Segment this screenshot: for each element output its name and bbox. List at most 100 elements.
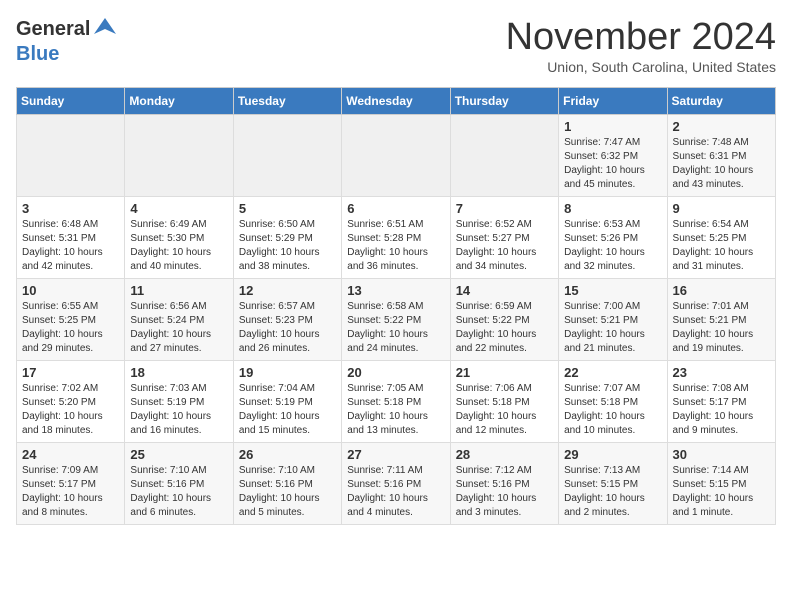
day-info: Sunrise: 7:12 AM Sunset: 5:16 PM Dayligh…: [456, 464, 553, 520]
day-number: 24: [22, 447, 119, 462]
day-info: Sunrise: 6:56 AM Sunset: 5:24 PM Dayligh…: [130, 300, 227, 356]
calendar-cell: 6 Sunrise: 6:51 AM Sunset: 5:28 PM Daylig…: [342, 197, 450, 279]
calendar-table: SundayMondayTuesdayWednesdayThursdayFrid…: [16, 87, 776, 525]
day-info: Sunrise: 7:01 AM Sunset: 5:21 PM Dayligh…: [673, 300, 770, 356]
calendar-cell: 1 Sunrise: 7:47 AM Sunset: 6:32 PM Daylig…: [559, 115, 667, 197]
calendar-cell: 18Sunrise: 7:03 AM Sunset: 5:19 PM Dayli…: [125, 361, 233, 443]
calendar-cell: 28 Sunrise: 7:12 AM Sunset: 5:16 PM Dayli…: [450, 443, 558, 525]
logo: General Blue: [16, 16, 116, 66]
calendar-cell: [233, 115, 341, 197]
day-number: 15: [564, 283, 661, 298]
day-info: Sunrise: 7:48 AM Sunset: 6:31 PM Dayligh…: [673, 136, 770, 192]
day-info: Sunrise: 6:58 AM Sunset: 5:22 PM Dayligh…: [347, 300, 444, 356]
calendar-body: 1 Sunrise: 7:47 AM Sunset: 6:32 PM Daylig…: [17, 115, 776, 525]
calendar-cell: 15Sunrise: 7:00 AM Sunset: 5:21 PM Dayli…: [559, 279, 667, 361]
day-number: 6: [347, 201, 444, 216]
day-info: Sunrise: 7:11 AM Sunset: 5:16 PM Dayligh…: [347, 464, 444, 520]
calendar-week-3: 10 Sunrise: 6:55 AM Sunset: 5:25 PM Dayli…: [17, 279, 776, 361]
day-number: 1: [564, 119, 661, 134]
calendar-cell: 20 Sunrise: 7:05 AM Sunset: 5:18 PM Dayli…: [342, 361, 450, 443]
day-info: Sunrise: 7:13 AM Sunset: 5:15 PM Dayligh…: [564, 464, 661, 520]
calendar-cell: 16Sunrise: 7:01 AM Sunset: 5:21 PM Dayli…: [667, 279, 775, 361]
calendar-cell: [342, 115, 450, 197]
day-info: Sunrise: 7:10 AM Sunset: 5:16 PM Dayligh…: [239, 464, 336, 520]
calendar-header: SundayMondayTuesdayWednesdayThursdayFrid…: [17, 88, 776, 115]
calendar-cell: 24 Sunrise: 7:09 AM Sunset: 5:17 PM Dayli…: [17, 443, 125, 525]
day-number: 13: [347, 283, 444, 298]
header-cell-thursday: Thursday: [450, 88, 558, 115]
day-number: 26: [239, 447, 336, 462]
day-number: 4: [130, 201, 227, 216]
header-cell-friday: Friday: [559, 88, 667, 115]
day-info: Sunrise: 6:50 AM Sunset: 5:29 PM Dayligh…: [239, 218, 336, 274]
calendar-cell: 11Sunrise: 6:56 AM Sunset: 5:24 PM Dayli…: [125, 279, 233, 361]
day-info: Sunrise: 7:07 AM Sunset: 5:18 PM Dayligh…: [564, 382, 661, 438]
day-number: 3: [22, 201, 119, 216]
calendar-cell: 12 Sunrise: 6:57 AM Sunset: 5:23 PM Dayli…: [233, 279, 341, 361]
header: General Blue November 2024 Union, South …: [16, 16, 776, 75]
day-info: Sunrise: 6:57 AM Sunset: 5:23 PM Dayligh…: [239, 300, 336, 356]
day-number: 28: [456, 447, 553, 462]
calendar-cell: 4 Sunrise: 6:49 AM Sunset: 5:30 PM Daylig…: [125, 197, 233, 279]
day-info: Sunrise: 7:03 AM Sunset: 5:19 PM Dayligh…: [130, 382, 227, 438]
day-number: 22: [564, 365, 661, 380]
header-cell-monday: Monday: [125, 88, 233, 115]
calendar-cell: 30Sunrise: 7:14 AM Sunset: 5:15 PM Dayli…: [667, 443, 775, 525]
logo-bird-icon: [94, 16, 116, 43]
day-number: 9: [673, 201, 770, 216]
day-info: Sunrise: 7:05 AM Sunset: 5:18 PM Dayligh…: [347, 382, 444, 438]
header-cell-saturday: Saturday: [667, 88, 775, 115]
day-number: 19: [239, 365, 336, 380]
month-title: November 2024: [506, 16, 776, 59]
calendar-cell: 29 Sunrise: 7:13 AM Sunset: 5:15 PM Dayli…: [559, 443, 667, 525]
calendar-cell: 3Sunrise: 6:48 AM Sunset: 5:31 PM Daylig…: [17, 197, 125, 279]
calendar-cell: 8Sunrise: 6:53 AM Sunset: 5:26 PM Daylig…: [559, 197, 667, 279]
day-info: Sunrise: 6:51 AM Sunset: 5:28 PM Dayligh…: [347, 218, 444, 274]
calendar-cell: 9 Sunrise: 6:54 AM Sunset: 5:25 PM Daylig…: [667, 197, 775, 279]
day-number: 12: [239, 283, 336, 298]
calendar-cell: [17, 115, 125, 197]
calendar-cell: 26 Sunrise: 7:10 AM Sunset: 5:16 PM Dayli…: [233, 443, 341, 525]
day-info: Sunrise: 6:49 AM Sunset: 5:30 PM Dayligh…: [130, 218, 227, 274]
day-number: 27: [347, 447, 444, 462]
day-info: Sunrise: 7:47 AM Sunset: 6:32 PM Dayligh…: [564, 136, 661, 192]
day-info: Sunrise: 7:14 AM Sunset: 5:15 PM Dayligh…: [673, 464, 770, 520]
header-cell-wednesday: Wednesday: [342, 88, 450, 115]
day-info: Sunrise: 6:59 AM Sunset: 5:22 PM Dayligh…: [456, 300, 553, 356]
day-number: 14: [456, 283, 553, 298]
day-number: 23: [673, 365, 770, 380]
day-info: Sunrise: 6:55 AM Sunset: 5:25 PM Dayligh…: [22, 300, 119, 356]
logo-blue: Blue: [16, 43, 59, 65]
calendar-cell: [125, 115, 233, 197]
day-number: 29: [564, 447, 661, 462]
day-number: 2: [673, 119, 770, 134]
calendar-week-2: 3Sunrise: 6:48 AM Sunset: 5:31 PM Daylig…: [17, 197, 776, 279]
day-info: Sunrise: 7:09 AM Sunset: 5:17 PM Dayligh…: [22, 464, 119, 520]
day-info: Sunrise: 7:04 AM Sunset: 5:19 PM Dayligh…: [239, 382, 336, 438]
day-number: 25: [130, 447, 227, 462]
day-info: Sunrise: 6:52 AM Sunset: 5:27 PM Dayligh…: [456, 218, 553, 274]
day-info: Sunrise: 6:54 AM Sunset: 5:25 PM Dayligh…: [673, 218, 770, 274]
day-number: 20: [347, 365, 444, 380]
calendar-cell: 5 Sunrise: 6:50 AM Sunset: 5:29 PM Daylig…: [233, 197, 341, 279]
day-number: 8: [564, 201, 661, 216]
calendar-cell: 13 Sunrise: 6:58 AM Sunset: 5:22 PM Dayli…: [342, 279, 450, 361]
day-number: 21: [456, 365, 553, 380]
day-number: 7: [456, 201, 553, 216]
calendar-cell: 23Sunrise: 7:08 AM Sunset: 5:17 PM Dayli…: [667, 361, 775, 443]
day-info: Sunrise: 7:10 AM Sunset: 5:16 PM Dayligh…: [130, 464, 227, 520]
calendar-cell: 21Sunrise: 7:06 AM Sunset: 5:18 PM Dayli…: [450, 361, 558, 443]
calendar-cell: 19 Sunrise: 7:04 AM Sunset: 5:19 PM Dayli…: [233, 361, 341, 443]
day-number: 5: [239, 201, 336, 216]
title-area: November 2024 Union, South Carolina, Uni…: [506, 16, 776, 75]
day-number: 10: [22, 283, 119, 298]
header-row: SundayMondayTuesdayWednesdayThursdayFrid…: [17, 88, 776, 115]
logo-general: General: [16, 18, 90, 41]
calendar-cell: 7 Sunrise: 6:52 AM Sunset: 5:27 PM Daylig…: [450, 197, 558, 279]
calendar-cell: 10 Sunrise: 6:55 AM Sunset: 5:25 PM Dayli…: [17, 279, 125, 361]
calendar-week-4: 17Sunrise: 7:02 AM Sunset: 5:20 PM Dayli…: [17, 361, 776, 443]
header-cell-sunday: Sunday: [17, 88, 125, 115]
location-subtitle: Union, South Carolina, United States: [506, 59, 776, 75]
header-cell-tuesday: Tuesday: [233, 88, 341, 115]
calendar-cell: 27 Sunrise: 7:11 AM Sunset: 5:16 PM Dayli…: [342, 443, 450, 525]
